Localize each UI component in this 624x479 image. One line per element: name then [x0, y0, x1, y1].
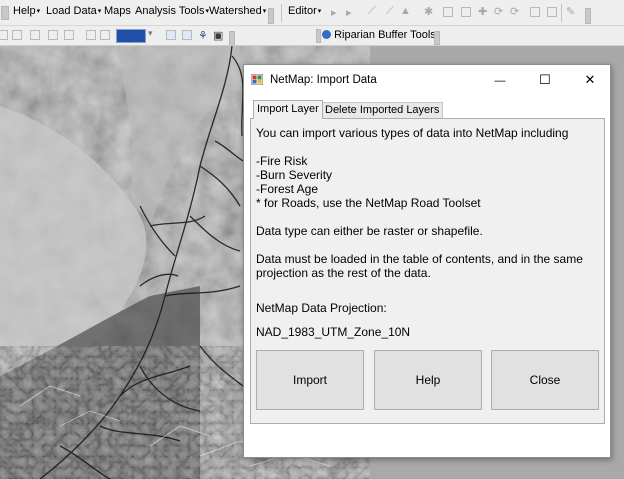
- import-data-dialog: NetMap: Import Data — ☐ ✕ Import Layer D…: [243, 64, 611, 458]
- riparian-buffer-tools-label: Riparian Buffer Tools: [334, 29, 436, 41]
- toolbar-row-2: ▾ ⚘ ▣ Riparian Buffer Tools: [0, 26, 624, 46]
- tab-strip: Import Layer Delete Imported Layers: [250, 100, 606, 119]
- fixed-zoom-out-icon[interactable]: [100, 30, 110, 40]
- menu-load-data-label: Load Data: [46, 5, 97, 17]
- sketch-tool-icon[interactable]: ⟋: [368, 5, 376, 18]
- toolbar-grip[interactable]: [316, 29, 321, 43]
- rotate-tool-icon[interactable]: ⟳: [494, 5, 503, 18]
- maximize-button[interactable]: ☐: [523, 65, 567, 95]
- loaded-note-line-1: Data must be loaded in the table of cont…: [256, 252, 583, 266]
- intro-text: You can import various types of data int…: [256, 126, 569, 140]
- toolbar-grip[interactable]: [1, 6, 9, 20]
- cut-polygon-icon[interactable]: [461, 7, 471, 17]
- zoom-100-icon[interactable]: [64, 30, 74, 40]
- minimize-icon: —: [494, 75, 506, 87]
- chevron-down-icon: ▾: [317, 8, 322, 15]
- menu-help-label: Help: [13, 5, 36, 17]
- list-item: -Fire Risk: [256, 154, 308, 168]
- list-item: -Forest Age: [256, 182, 319, 196]
- list-item: -Burn Severity: [256, 168, 333, 182]
- menu-watershed-label: Watershed: [209, 5, 262, 17]
- menu-help[interactable]: Help▾: [13, 5, 40, 17]
- menu-analysis-tools[interactable]: Analysis Tools▾: [135, 5, 209, 17]
- list-item: * for Roads, use the NetMap Road Toolset: [256, 196, 481, 210]
- focus-data-frame-icon[interactable]: [182, 30, 192, 40]
- construct-tool-icon[interactable]: ▲: [400, 5, 411, 17]
- split-line-icon[interactable]: ✚: [478, 5, 487, 18]
- zoom-percent-field[interactable]: [116, 29, 146, 43]
- menu-maps-label: Maps: [104, 5, 131, 17]
- chevron-down-icon[interactable]: ▾: [148, 28, 153, 39]
- menu-analysis-tools-label: Analysis Tools: [135, 5, 205, 17]
- toolbar-overflow-icon[interactable]: [268, 8, 274, 24]
- help-button[interactable]: Help: [374, 350, 482, 410]
- chevron-down-icon: ▾: [262, 8, 267, 15]
- loaded-note-line-2: projection as the rest of the data.: [256, 266, 431, 280]
- layout-zoom-out-icon[interactable]: [12, 30, 22, 40]
- edit-pointer-icon[interactable]: ▸: [331, 6, 337, 19]
- menu-watershed[interactable]: Watershed▾: [209, 5, 266, 17]
- chevron-down-icon: ▾: [36, 8, 41, 15]
- toolbar-row-1: Help▾ Load Data▾ Maps Analysis Tools▾ Wa…: [0, 0, 624, 26]
- import-button[interactable]: Import: [256, 350, 364, 410]
- editing-window-icon[interactable]: ✎: [566, 5, 575, 18]
- chevron-down-icon: ▾: [97, 8, 102, 15]
- maximize-icon: ☐: [539, 72, 551, 87]
- menu-editor[interactable]: Editor▾: [288, 5, 321, 17]
- toolbar-separator: [561, 4, 562, 22]
- edit-vertices-icon[interactable]: ▸: [346, 6, 352, 19]
- datatype-note: Data type can either be raster or shapef…: [256, 224, 483, 238]
- minimize-button[interactable]: —: [478, 65, 522, 95]
- attributes-icon[interactable]: ⟳: [510, 5, 519, 18]
- menu-maps[interactable]: Maps: [104, 5, 131, 17]
- trace-tool-icon[interactable]: ⟋: [386, 5, 394, 18]
- change-layout-icon[interactable]: ⚘: [198, 29, 208, 42]
- toolbar-overflow-icon[interactable]: [585, 8, 591, 24]
- menu-load-data[interactable]: Load Data▾: [46, 5, 101, 17]
- globe-icon: [322, 30, 331, 39]
- dialog-title: NetMap: Import Data: [270, 74, 377, 86]
- projection-label: NetMap Data Projection:: [256, 301, 387, 315]
- toolbar-separator: [281, 4, 282, 22]
- create-features-icon[interactable]: [547, 7, 557, 17]
- menu-editor-label: Editor: [288, 5, 317, 17]
- layout-zoom-in-icon[interactable]: [0, 30, 8, 40]
- close-icon: ✕: [584, 72, 596, 87]
- data-driven-pages-icon[interactable]: ▣: [213, 29, 223, 42]
- toolbar-overflow-icon[interactable]: [434, 31, 440, 45]
- sketch-properties-icon[interactable]: [530, 7, 540, 17]
- layout-pan-icon[interactable]: [30, 30, 40, 40]
- riparian-buffer-tools-button[interactable]: Riparian Buffer Tools: [322, 29, 436, 41]
- zoom-whole-page-icon[interactable]: [48, 30, 58, 40]
- dialog-titlebar[interactable]: NetMap: Import Data — ☐ ✕: [244, 65, 610, 95]
- tab-delete-imported-layers[interactable]: Delete Imported Layers: [321, 102, 444, 118]
- import-layer-panel: You can import various types of data int…: [250, 118, 605, 424]
- netmap-app-icon: [251, 74, 263, 85]
- toggle-draft-mode-icon[interactable]: [166, 30, 176, 40]
- split-tool-icon[interactable]: ✱: [424, 5, 433, 18]
- reshape-tool-icon[interactable]: [443, 7, 453, 17]
- close-button[interactable]: Close: [491, 350, 599, 410]
- fixed-zoom-in-icon[interactable]: [86, 30, 96, 40]
- close-window-button[interactable]: ✕: [568, 65, 612, 95]
- tab-import-layer[interactable]: Import Layer: [253, 100, 323, 119]
- toolbar-overflow-icon[interactable]: [229, 31, 235, 45]
- projection-value: NAD_1983_UTM_Zone_10N: [256, 325, 411, 339]
